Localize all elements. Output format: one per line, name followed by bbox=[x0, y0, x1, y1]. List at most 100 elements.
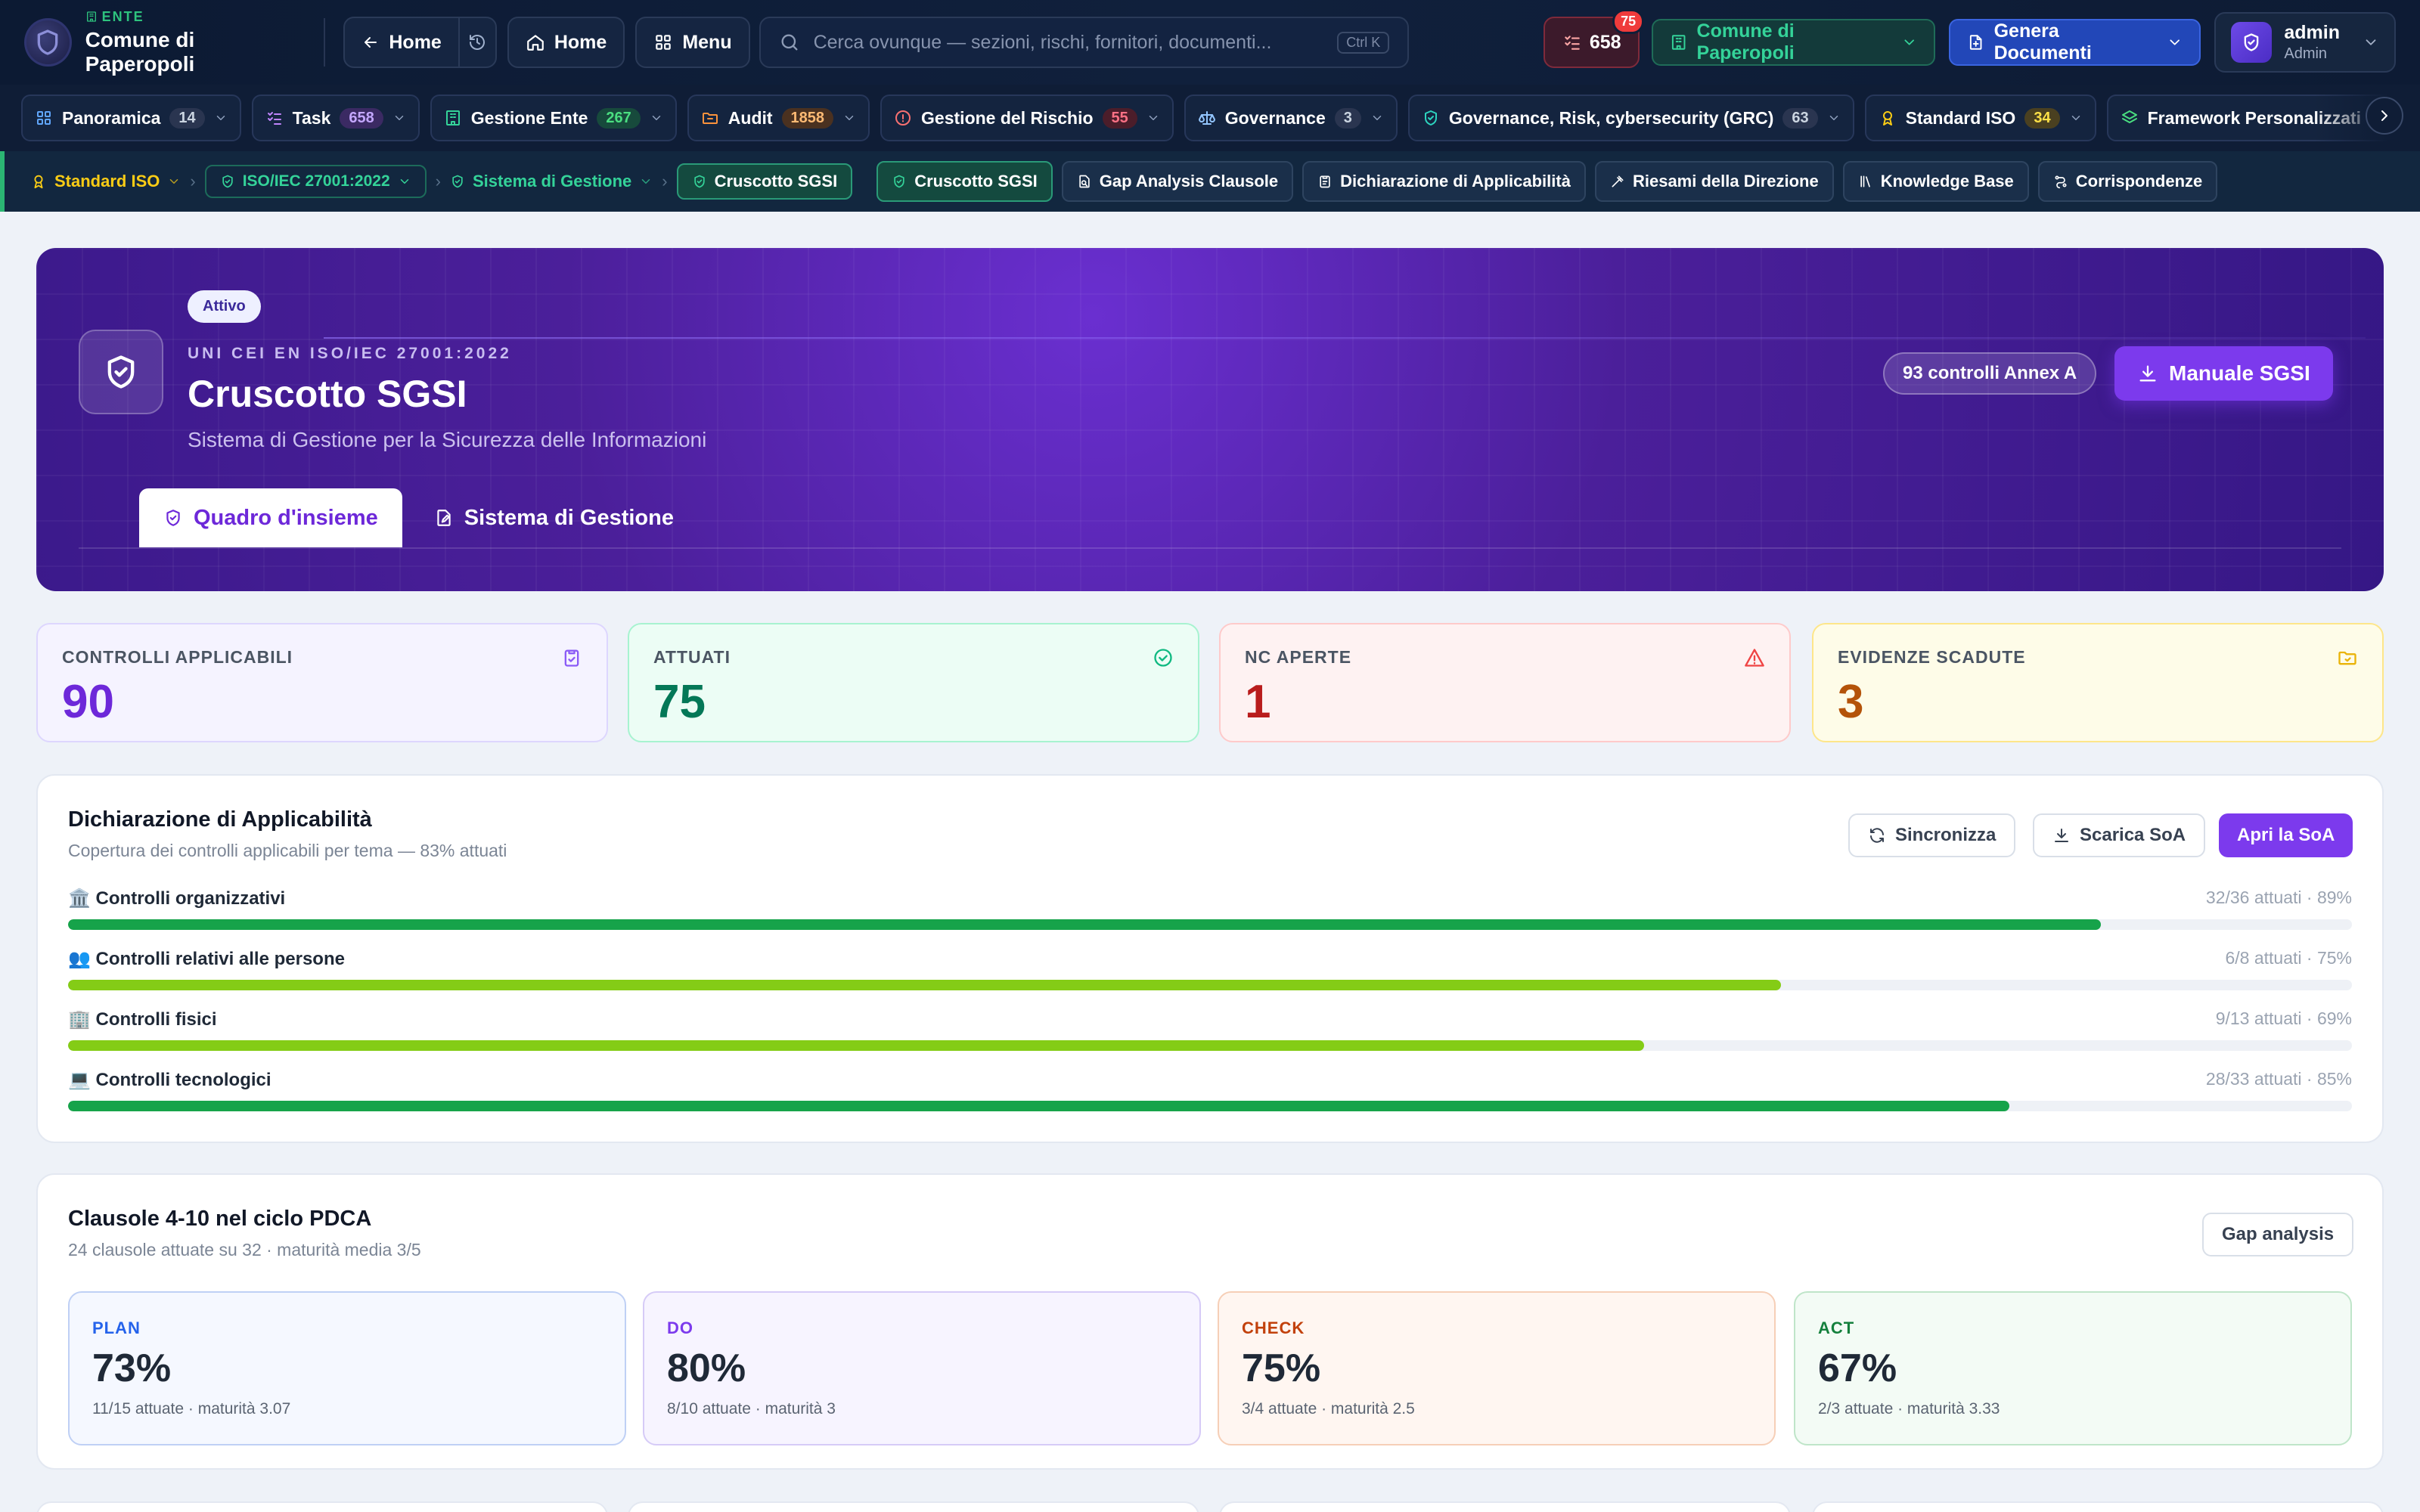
shield-check-icon bbox=[222, 175, 233, 188]
manual-sgsi-label: Manuale SGSI bbox=[2169, 361, 2310, 385]
progress-fill bbox=[68, 919, 2101, 930]
tab-management-system[interactable]: Sistema di Gestione bbox=[410, 488, 698, 547]
page-subtitle: Sistema di Gestione per la Sicurezza del… bbox=[188, 428, 707, 451]
gap-analysis-button[interactable]: Gap analysis bbox=[2202, 1213, 2354, 1256]
gavel-icon bbox=[1612, 175, 1624, 187]
sync-button[interactable]: Sincronizza bbox=[1848, 813, 2016, 857]
history-button[interactable] bbox=[460, 18, 495, 67]
module-tab-5[interactable]: Gestione del Rischio 55 bbox=[880, 94, 1174, 141]
award-icon bbox=[1882, 111, 1892, 125]
file-search-icon bbox=[1079, 175, 1090, 188]
chevron-down-icon bbox=[652, 116, 661, 120]
org-label: ENTE bbox=[101, 8, 144, 24]
tab-overview[interactable]: Quadro d'insieme bbox=[139, 488, 402, 547]
subnav-management-review[interactable]: Riesami della Direzione bbox=[1594, 161, 1834, 202]
pdca-card: Clausole 4-10 nel ciclo PDCA 24 clausole… bbox=[36, 1173, 2384, 1470]
subnav-gap-analysis[interactable]: Gap Analysis Clausole bbox=[1061, 161, 1294, 202]
manual-sgsi-button[interactable]: Manuale SGSI bbox=[2114, 346, 2333, 401]
generate-documents-button[interactable]: Genera Documenti bbox=[1949, 19, 2201, 66]
search-input[interactable] bbox=[813, 31, 1324, 54]
subnav-soa[interactable]: Dichiarazione di Applicabilità bbox=[1302, 161, 1586, 202]
tab-overview-label: Quadro d'insieme bbox=[194, 505, 378, 530]
search-shortcut: Ctrl K bbox=[1337, 31, 1390, 54]
home-button[interactable]: Home bbox=[507, 17, 625, 68]
module-tab-6[interactable]: Governance 3 bbox=[1184, 94, 1398, 141]
org-logo[interactable] bbox=[24, 18, 72, 67]
progress-fill bbox=[68, 980, 1781, 990]
subnav-knowledge-base[interactable]: Knowledge Base bbox=[1842, 161, 2029, 202]
open-soa-button[interactable]: Apri la SoA bbox=[2219, 813, 2353, 857]
kpi-card-3[interactable]: NC APERTE 1 bbox=[1219, 623, 1791, 742]
soa-row-label: 💻 Controlli tecnologici bbox=[68, 1070, 271, 1090]
breadcrumb-norm[interactable]: ISO/IEC 27001:2022 bbox=[204, 165, 427, 198]
module-label: Gestione del Rischio bbox=[921, 107, 1094, 128]
subnav-mappings[interactable]: Corrispondenze bbox=[2037, 161, 2218, 202]
progress-track bbox=[68, 1101, 2352, 1111]
module-tab-4[interactable]: Audit 1858 bbox=[687, 94, 870, 141]
subnav-cruscotto[interactable]: Cruscotto SGSI bbox=[876, 161, 1053, 202]
soa-row-stat: 6/8 attuati · 75% bbox=[2225, 948, 2353, 968]
kpi-card-4[interactable]: EVIDENZE SCADUTE 3 bbox=[1812, 623, 2384, 742]
back-home-button[interactable]: Home bbox=[345, 18, 460, 67]
module-tab-3[interactable]: Gestione Ente 267 bbox=[430, 94, 677, 141]
generate-documents-label: Genera Documenti bbox=[1993, 20, 2092, 64]
breadcrumb-standard-iso[interactable]: Standard ISO bbox=[30, 172, 181, 191]
module-tab-8[interactable]: Standard ISO 34 bbox=[1864, 94, 2096, 141]
progress-track bbox=[68, 919, 2352, 930]
shield-check-icon bbox=[452, 175, 463, 188]
chevron-down-icon bbox=[216, 116, 225, 120]
library-icon bbox=[1860, 175, 1870, 187]
avatar bbox=[2231, 22, 2273, 63]
module-tab-7[interactable]: Governance, Risk, cybersecurity (GRC) 63 bbox=[1407, 94, 1854, 141]
breadcrumb-current[interactable]: Cruscotto SGSI bbox=[676, 163, 853, 200]
home-label: Home bbox=[554, 31, 607, 53]
kpi-card-2[interactable]: ATTUATI 75 bbox=[628, 623, 1199, 742]
module-tab-2[interactable]: Task 658 bbox=[251, 94, 420, 141]
chevron-down-icon bbox=[2366, 39, 2376, 45]
download-soa-button[interactable]: Scarica SoA bbox=[2033, 813, 2206, 857]
module-count: 658 bbox=[340, 107, 383, 129]
warning-triangle-icon bbox=[1745, 649, 1764, 667]
tab-management-system-label: Sistema di Gestione bbox=[464, 505, 674, 530]
kpi-label: EVIDENZE SCADUTE bbox=[1838, 647, 2026, 667]
menu-button[interactable]: Menu bbox=[635, 17, 750, 68]
checklist-icon bbox=[267, 112, 281, 125]
user-menu[interactable]: admin Admin bbox=[2214, 12, 2396, 73]
chevron-down-icon bbox=[2071, 116, 2080, 120]
kpi-value: 90 bbox=[62, 676, 114, 728]
building-icon bbox=[445, 110, 460, 125]
back-home-label: Home bbox=[389, 31, 442, 53]
checklist-icon bbox=[1565, 36, 1580, 50]
subnav-label: Riesami della Direzione bbox=[1632, 172, 1819, 191]
pdca-value: 67% bbox=[1818, 1346, 1897, 1390]
pdca-card-check[interactable]: CHECK 75% 3/4 attuate · maturità 2.5 bbox=[1218, 1291, 1776, 1445]
pdca-value: 75% bbox=[1242, 1346, 1321, 1390]
hero-shield-icon bbox=[79, 330, 163, 414]
pdca-card-act[interactable]: ACT 67% 2/3 attuate · maturità 3.33 bbox=[1794, 1291, 2352, 1445]
clipboard-check-icon bbox=[564, 649, 579, 667]
chevron-down-icon bbox=[400, 179, 408, 184]
kpi-card-1[interactable]: CONTROLLI APPLICABILI 90 bbox=[36, 623, 608, 742]
module-label: Gestione Ente bbox=[470, 107, 588, 128]
scroll-right-button[interactable] bbox=[2366, 97, 2403, 135]
hero-kicker: UNI CEI EN ISO/IEC 27001:2022 bbox=[188, 345, 512, 362]
breadcrumb-standard-label: Standard ISO bbox=[54, 172, 160, 191]
pdca-card-do[interactable]: DO 80% 8/10 attuate · maturità 3 bbox=[643, 1291, 1201, 1445]
home-icon bbox=[527, 35, 544, 51]
tasks-count: 658 bbox=[1589, 31, 1621, 53]
module-label: Standard ISO bbox=[1905, 107, 2016, 128]
tasks-button[interactable]: 658 75 bbox=[1544, 9, 1645, 68]
building-icon bbox=[1672, 35, 1686, 50]
chevron-down-icon bbox=[1904, 39, 1914, 45]
pdca-card-plan[interactable]: PLAN 73% 11/15 attuate · maturità 3.07 bbox=[68, 1291, 626, 1445]
soa-progress-row: 👥 Controlli relativi alle persone 6/8 att… bbox=[68, 948, 2352, 993]
pdca-phase: PLAN bbox=[92, 1318, 141, 1337]
file-plus-icon bbox=[1970, 35, 1982, 50]
module-tab-1[interactable]: Panoramica 14 bbox=[21, 94, 241, 141]
sync-label: Sincronizza bbox=[1895, 825, 1996, 845]
breadcrumb-system[interactable]: Sistema di Gestione bbox=[450, 172, 653, 191]
subnav-label: Knowledge Base bbox=[1880, 172, 2014, 191]
kpi-value: 75 bbox=[653, 676, 706, 728]
chevron-down-icon bbox=[2170, 39, 2180, 45]
org-select[interactable]: Comune di Paperopoli bbox=[1652, 19, 1936, 66]
